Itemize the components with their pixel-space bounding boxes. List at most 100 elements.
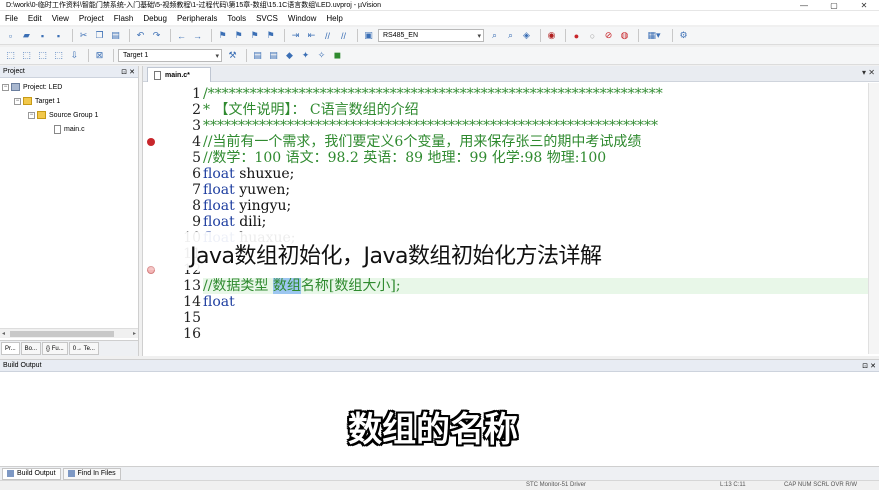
- menu-svcs[interactable]: SVCS: [251, 14, 283, 23]
- code-line[interactable]: //当前有一个需求，我们要定义6个变量，用来保存张三的期中考试成绩: [203, 134, 868, 150]
- build-icon[interactable]: ⬚: [20, 49, 33, 62]
- debug-session-icon[interactable]: ◉: [545, 29, 558, 42]
- comment-icon[interactable]: //: [321, 29, 334, 42]
- manage-components-icon[interactable]: ▤: [267, 49, 280, 62]
- incremental-find-icon[interactable]: ⌕: [504, 29, 517, 42]
- menu-help[interactable]: Help: [321, 14, 347, 23]
- pin-icon[interactable]: ⊡: [121, 69, 127, 76]
- uncomment-icon[interactable]: //: [337, 29, 350, 42]
- breakpoint-disable-icon[interactable]: ○: [586, 29, 599, 42]
- horizontal-scrollbar[interactable]: ◂ ▸: [0, 328, 138, 338]
- browse-icon[interactable]: ◈: [520, 29, 533, 42]
- rebuild-icon[interactable]: ⬚: [36, 49, 49, 62]
- breakpoint-insert-icon[interactable]: ●: [570, 29, 583, 42]
- code-line[interactable]: float shuxue;: [203, 166, 868, 182]
- menu-tools[interactable]: Tools: [222, 14, 251, 23]
- maximize-button[interactable]: ▢: [819, 0, 849, 11]
- code-area[interactable]: 12345678910111213141516 /***************…: [143, 83, 879, 354]
- target-options-icon[interactable]: ⚒: [226, 49, 239, 62]
- tab-project[interactable]: Pr...: [1, 342, 20, 355]
- rte-icon[interactable]: ✧: [315, 49, 328, 62]
- copy-icon[interactable]: ❐: [93, 29, 106, 42]
- tree-node-target[interactable]: − Target 1: [0, 94, 138, 108]
- code-line[interactable]: [203, 310, 868, 326]
- menu-window[interactable]: Window: [283, 14, 321, 23]
- menu-debug[interactable]: Debug: [138, 14, 172, 23]
- target-combo[interactable]: Target 1 ▾: [118, 49, 222, 62]
- nav-back-icon[interactable]: ←: [175, 29, 188, 42]
- file-extensions-icon[interactable]: ▤: [251, 49, 264, 62]
- configure-icon[interactable]: ⚙: [677, 29, 690, 42]
- breakpoint-kill-all-icon[interactable]: ⊘: [602, 29, 615, 42]
- tab-find-in-files[interactable]: Find In Files: [62, 467, 121, 480]
- collapse-icon[interactable]: −: [14, 97, 21, 105]
- tree-node-file[interactable]: main.c: [0, 122, 138, 136]
- tab-main-c[interactable]: main.c*: [147, 67, 211, 82]
- code-line[interactable]: float yuwen;: [203, 182, 868, 198]
- event-recorder-icon[interactable]: ✦: [299, 49, 312, 62]
- bookmark-next-icon[interactable]: ⚑: [248, 29, 261, 42]
- collapse-icon[interactable]: −: [28, 111, 35, 119]
- find-in-files-icon[interactable]: ▣: [362, 29, 375, 42]
- breakpoint-disable-all-icon[interactable]: ◍: [618, 29, 631, 42]
- cut-icon[interactable]: ✂: [77, 29, 90, 42]
- tree-node-source-group[interactable]: − Source Group 1: [0, 108, 138, 122]
- tab-functions[interactable]: {} Fu...: [42, 342, 68, 355]
- minimize-button[interactable]: —: [789, 0, 819, 11]
- pack-installer-icon[interactable]: ◼: [331, 49, 344, 62]
- open-folder-icon[interactable]: ▰: [20, 29, 33, 42]
- code-line[interactable]: //数据类型 数组名称[数组大小];: [203, 278, 868, 294]
- code-line[interactable]: float: [203, 294, 868, 310]
- code-line[interactable]: //数学：100 语文：98.2 英语：89 地理：99 化学:98 物理:10…: [203, 150, 868, 166]
- close-icon[interactable]: ✕: [129, 69, 135, 76]
- unindent-icon[interactable]: ⇤: [305, 29, 318, 42]
- menu-project[interactable]: Project: [74, 14, 109, 23]
- close-button[interactable]: ✕: [849, 0, 879, 11]
- paste-icon[interactable]: ▤: [109, 29, 122, 42]
- chevron-down-icon[interactable]: ▾ ✕: [862, 68, 875, 77]
- batch-build-icon[interactable]: ⬚: [52, 49, 65, 62]
- close-icon[interactable]: ✕: [870, 363, 876, 370]
- menu-file[interactable]: File: [0, 14, 23, 23]
- code-line[interactable]: ****************************************…: [203, 118, 868, 134]
- translate-icon[interactable]: ⬚: [4, 49, 17, 62]
- pin-icon[interactable]: ⊡: [862, 363, 868, 370]
- new-file-icon[interactable]: ▫: [4, 29, 17, 42]
- undo-icon[interactable]: ↶: [134, 29, 147, 42]
- save-icon[interactable]: ▪: [36, 29, 49, 42]
- breakpoint-gutter[interactable]: [143, 83, 159, 354]
- tab-templates[interactable]: 0→ Te...: [68, 342, 99, 355]
- menu-flash[interactable]: Flash: [109, 14, 139, 23]
- bookmark-icon[interactable]: ⚑: [216, 29, 229, 42]
- tab-books[interactable]: Bo...: [20, 342, 42, 355]
- select-packs-icon[interactable]: ◆: [283, 49, 296, 62]
- code-text[interactable]: /***************************************…: [203, 83, 868, 354]
- menu-view[interactable]: View: [47, 14, 74, 23]
- menu-peripherals[interactable]: Peripherals: [172, 14, 222, 23]
- device-combo[interactable]: RS485_EN ▾: [378, 29, 484, 42]
- window-layout-icon[interactable]: ▦▾: [643, 29, 665, 42]
- scroll-right-icon[interactable]: ▸: [133, 330, 136, 337]
- code-line[interactable]: [203, 326, 868, 342]
- tab-build-output[interactable]: Build Output: [2, 467, 61, 480]
- code-line[interactable]: /***************************************…: [203, 86, 868, 102]
- code-line[interactable]: float dili;: [203, 214, 868, 230]
- menu-edit[interactable]: Edit: [23, 14, 47, 23]
- scrollbar-thumb[interactable]: [10, 331, 114, 337]
- collapse-icon[interactable]: −: [2, 83, 9, 91]
- indent-icon[interactable]: ⇥: [289, 29, 302, 42]
- save-all-icon[interactable]: ▪: [52, 29, 65, 42]
- code-line[interactable]: float yingyu;: [203, 198, 868, 214]
- vertical-scrollbar[interactable]: [868, 83, 879, 354]
- tree-node-project[interactable]: − Project: LED: [0, 80, 138, 94]
- breakpoint-icon[interactable]: [147, 138, 155, 146]
- find-icon[interactable]: ⌕: [488, 29, 501, 42]
- bookmark-clear-icon[interactable]: ⚑: [264, 29, 277, 42]
- download-icon[interactable]: ⇩: [68, 49, 81, 62]
- code-line[interactable]: * 【文件说明】： C语言数组的介绍: [203, 102, 868, 118]
- nav-forward-icon[interactable]: →: [191, 29, 204, 42]
- stop-build-icon[interactable]: ⊠: [93, 49, 106, 62]
- scroll-left-icon[interactable]: ◂: [2, 330, 5, 337]
- redo-icon[interactable]: ↷: [150, 29, 163, 42]
- bookmark-prev-icon[interactable]: ⚑: [232, 29, 245, 42]
